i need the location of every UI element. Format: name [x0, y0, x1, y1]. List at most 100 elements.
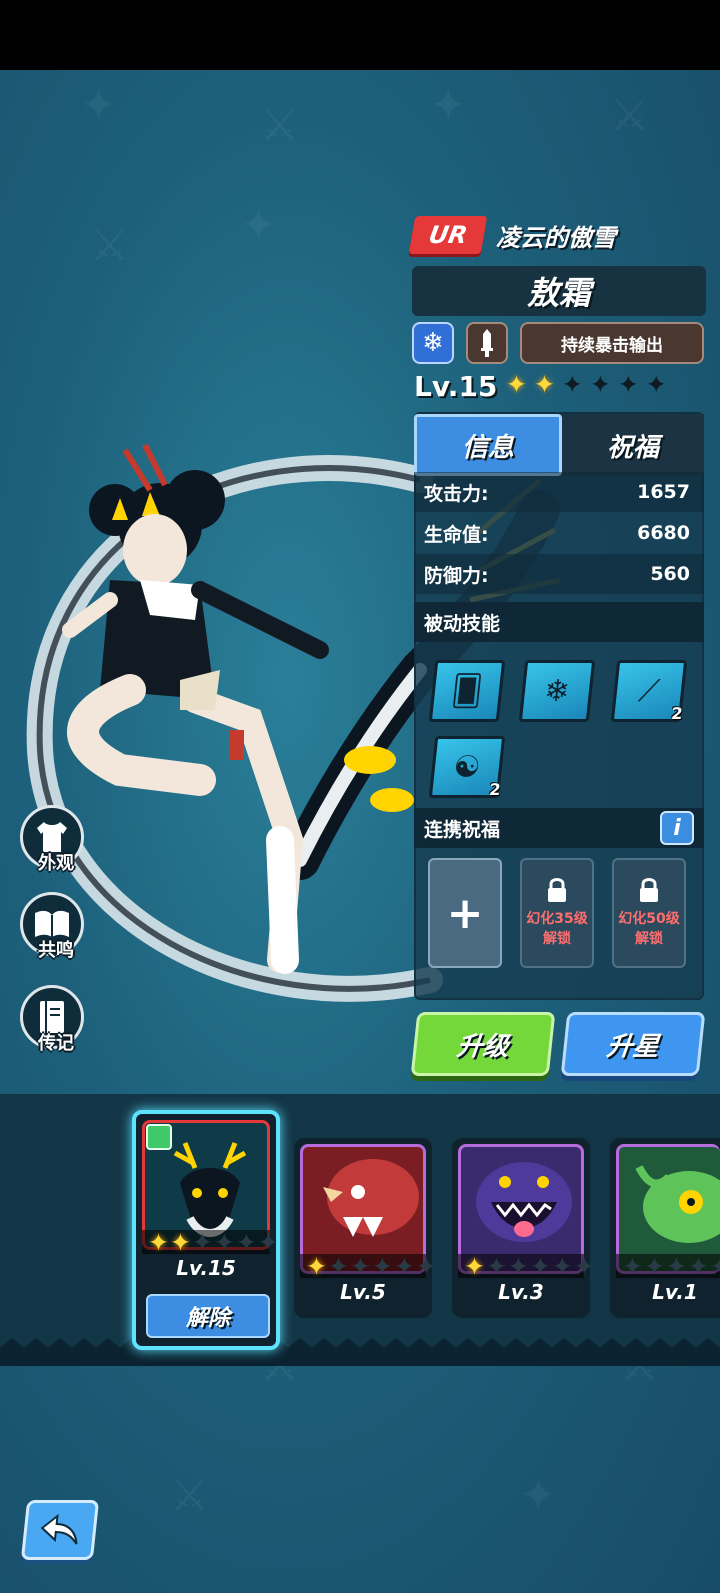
star-icon: ✦ [464, 1251, 485, 1281]
plus-icon: + [446, 887, 484, 939]
pet-level: Lv.5 [340, 1280, 386, 1304]
claw-slash-icon: ⟋ [636, 673, 662, 709]
star-icon: ✦ [415, 1251, 437, 1281]
stat-label: 防御力: [424, 564, 489, 587]
passive-skill-4[interactable]: ☯ 2 [428, 736, 506, 799]
star-icon: ✦ [371, 1251, 393, 1281]
pet-stars: ✦ ✦ ✦ ✦ ✦ ✦ [142, 1227, 279, 1257]
star-icon: ✦ [529, 1251, 551, 1281]
star-icon: ✦ [533, 370, 555, 399]
locked-slot-50[interactable]: 幻化50级 解锁 [612, 858, 686, 968]
passive-skill-3[interactable]: ⟋ 2 [610, 660, 688, 723]
pet-stars: ✦✦✦✦✦ [616, 1251, 720, 1281]
star-icon: ✦ [622, 1251, 643, 1281]
link-blessing-header: 连携祝福 i [414, 808, 704, 848]
resonance-button[interactable]: 共鸣 [20, 892, 88, 961]
stat-value: 560 [650, 563, 690, 585]
star-icon: ✦ [393, 1251, 415, 1281]
star-icon: ✦ [327, 1251, 349, 1281]
book-icon [35, 910, 69, 937]
star-icon: ✦ [687, 1251, 709, 1281]
rarity-badge: UR [408, 216, 488, 254]
stat-label: 生命值: [424, 523, 489, 546]
star-icon: ✦ [645, 370, 667, 399]
hero-level: Lv.15 [414, 370, 498, 403]
slot-unlock-level: 幻化50级 [618, 911, 680, 928]
biography-button[interactable]: 传记 [20, 985, 88, 1054]
slot-unlock-level: 幻化35级 [526, 911, 588, 928]
info-icon[interactable]: i [660, 811, 694, 845]
star-icon: ✦ [235, 1227, 257, 1257]
pet-stars: ✦ ✦ ✦ ✦ ✦ ✦ [300, 1251, 437, 1281]
pet-card-selected[interactable]: ✦ ✦ ✦ ✦ ✦ ✦ Lv.15 解除 [132, 1110, 280, 1350]
role-tag: 持续暴击输出 [520, 322, 704, 364]
pet-level: Lv.3 [498, 1280, 544, 1304]
appearance-label: 外观 [38, 853, 74, 874]
team-member-icon [146, 1124, 172, 1150]
hero-title: 凌云的傲雪 [496, 224, 616, 252]
stat-attack: 攻击力: 1657 [414, 472, 704, 512]
star-icon: ✦ [665, 1251, 687, 1281]
back-button[interactable] [20, 1500, 100, 1560]
pet-card[interactable]: ✦ ✦ ✦ ✦ ✦ ✦ Lv.5 [294, 1138, 437, 1318]
skill-count: 2 [670, 704, 684, 723]
skill-count: 2 [488, 780, 502, 799]
pet-card[interactable]: ✦ ✦ ✦ ✦ ✦ ✦ Lv.3 [452, 1138, 595, 1318]
snowflakes-icon: ❄ [542, 673, 572, 709]
tab-info[interactable]: 信息 [414, 414, 562, 476]
slot-unlock-text: 解锁 [634, 931, 663, 947]
star-icon: ✦ [349, 1251, 371, 1281]
star-icon: ✦ [507, 1251, 529, 1281]
star-icon: ✦ [169, 1227, 191, 1257]
passive-skill-2[interactable]: ❄ [518, 660, 596, 722]
card-snowflake-icon: 🂠 [449, 673, 485, 709]
star-up-button[interactable]: 升星 [560, 1012, 706, 1076]
passive-skills-header: 被动技能 [414, 602, 704, 642]
snowflake-icon[interactable]: ❄ [412, 322, 454, 364]
passive-skills-title: 被动技能 [424, 612, 501, 635]
upgrade-button[interactable]: 升级 [410, 1012, 556, 1076]
panel-tabs: 信息 祝福 [414, 414, 704, 476]
star-icon: ✦ [148, 1227, 169, 1257]
biography-label: 传记 [38, 1033, 74, 1054]
hero-stars: ✦ ✦ ✦ ✦ ✦ ✦ [506, 372, 667, 397]
slot-unlock-text: 解锁 [542, 931, 571, 947]
stat-defense: 防御力: 560 [414, 554, 704, 594]
locked-slot-35[interactable]: 幻化35级 解锁 [520, 858, 594, 968]
hero-name: 敖霜 [412, 266, 706, 316]
star-icon: ✦ [643, 1251, 665, 1281]
spike-divider [0, 1338, 720, 1366]
stat-value: 1657 [637, 481, 690, 503]
link-blessing-title: 连携祝福 [424, 818, 501, 841]
stat-value: 6680 [637, 522, 690, 544]
star-icon: ✦ [617, 370, 639, 399]
pet-level: Lv.15 [176, 1256, 236, 1280]
lock-icon [640, 878, 658, 903]
star-icon: ✦ [561, 370, 583, 399]
lock-icon [548, 878, 566, 903]
pet-card[interactable]: ✦✦✦✦✦ Lv.1 [610, 1138, 720, 1318]
status-bar [0, 0, 720, 70]
star-icon: ✦ [589, 370, 611, 399]
pet-level: Lv.1 [652, 1280, 698, 1304]
star-icon: ✦ [551, 1251, 573, 1281]
stat-hp: 生命值: 6680 [414, 513, 704, 553]
passive-skill-1[interactable]: 🂠 [428, 660, 506, 722]
star-icon: ✦ [506, 370, 527, 399]
star-icon: ✦ [485, 1251, 507, 1281]
back-arrow-icon [40, 1514, 78, 1545]
tab-blessing[interactable]: 祝福 [562, 414, 704, 476]
star-icon: ✦ [191, 1227, 213, 1257]
add-blessing-slot[interactable]: + [428, 858, 502, 968]
pet-stars: ✦ ✦ ✦ ✦ ✦ ✦ [458, 1251, 595, 1281]
star-icon: ✦ [213, 1227, 235, 1257]
remove-button[interactable]: 解除 [146, 1294, 270, 1338]
star-icon: ✦ [710, 1254, 720, 1279]
star-icon: ✦ [257, 1227, 279, 1257]
resonance-label: 共鸣 [38, 940, 74, 961]
appearance-button[interactable]: 外观 [20, 805, 88, 874]
dragon-head-icon: ☯ [451, 749, 483, 785]
stat-label: 攻击力: [424, 482, 489, 505]
star-icon: ✦ [573, 1251, 595, 1281]
sword-icon[interactable] [466, 322, 508, 364]
